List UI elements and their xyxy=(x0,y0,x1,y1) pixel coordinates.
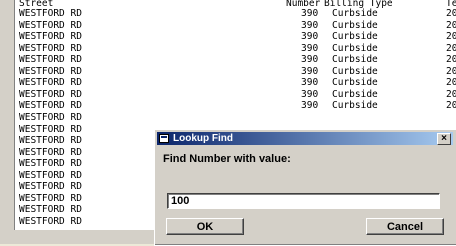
cell-truncated: 20 xyxy=(446,31,456,43)
ok-button[interactable]: OK xyxy=(166,218,244,235)
cell-number: 390 xyxy=(301,54,319,66)
cell-number: 390 xyxy=(301,42,319,54)
cell-street: WESTFORD RD xyxy=(19,146,82,158)
table-row[interactable]: WESTFORD RD 390 Curbside 20 xyxy=(15,43,456,54)
cell-truncated: 20 xyxy=(446,77,456,89)
table-row[interactable]: WESTFORD RD 390 Curbside 20 xyxy=(15,54,456,65)
cell-truncated: 20 xyxy=(446,42,456,54)
cell-number: 390 xyxy=(301,65,319,77)
cell-billing-type: Curbside xyxy=(332,42,378,54)
table-row[interactable]: WESTFORD RD 390 Curbside 20 xyxy=(15,20,456,31)
cell-number: 390 xyxy=(301,100,319,112)
cell-billing-type: Curbside xyxy=(332,65,378,77)
cell-street: WESTFORD RD xyxy=(19,192,82,204)
cell-number: 390 xyxy=(301,8,319,19)
cell-street: WESTFORD RD xyxy=(19,135,82,147)
cell-street: WESTFORD RD xyxy=(19,215,82,227)
cell-number: 390 xyxy=(301,77,319,89)
cell-truncated: 20 xyxy=(446,19,456,31)
table-row[interactable]: WESTFORD RD 390 Curbside 20 xyxy=(15,89,456,100)
cell-street: WESTFORD RD xyxy=(19,54,82,66)
table-row[interactable]: WESTFORD RD xyxy=(15,112,456,123)
cell-street: WESTFORD RD xyxy=(19,42,82,54)
lookup-find-dialog: Lookup Find × Find Number with value: OK… xyxy=(154,129,456,246)
cell-street: WESTFORD RD xyxy=(19,158,82,170)
cell-number: 390 xyxy=(301,88,319,100)
find-value-input[interactable] xyxy=(167,193,440,209)
cell-street: WESTFORD RD xyxy=(19,100,82,112)
cell-truncated: 20 xyxy=(446,88,456,100)
find-prompt-label: Find Number with value: xyxy=(163,153,291,165)
cell-street: WESTFORD RD xyxy=(19,169,82,181)
cell-billing-type: Curbside xyxy=(332,100,378,112)
dialog-titlebar[interactable]: Lookup Find × xyxy=(157,132,453,145)
dialog-title: Lookup Find xyxy=(173,133,233,144)
table-row[interactable]: WESTFORD RD 390 Curbside 20 xyxy=(15,8,456,19)
cell-number: 390 xyxy=(301,31,319,43)
cell-billing-type: Curbside xyxy=(332,19,378,31)
cell-street: WESTFORD RD xyxy=(19,31,82,43)
cancel-button[interactable]: Cancel xyxy=(366,218,444,235)
cell-billing-type: Curbside xyxy=(332,88,378,100)
table-row[interactable]: WESTFORD RD 390 Curbside 20 xyxy=(15,31,456,42)
cell-street: WESTFORD RD xyxy=(19,77,82,89)
close-button[interactable]: × xyxy=(437,133,451,145)
window-icon xyxy=(159,134,169,143)
cell-street: WESTFORD RD xyxy=(19,8,82,19)
cell-truncated: 20 xyxy=(446,100,456,112)
cell-street: WESTFORD RD xyxy=(19,65,82,77)
cell-billing-type: Curbside xyxy=(332,54,378,66)
table-row[interactable]: WESTFORD RD 390 Curbside 20 xyxy=(15,77,456,88)
cell-billing-type: Curbside xyxy=(332,31,378,43)
cell-truncated: 20 xyxy=(446,54,456,66)
cell-billing-type: Curbside xyxy=(332,8,378,19)
cell-truncated: 20 xyxy=(446,65,456,77)
cell-street: WESTFORD RD xyxy=(19,204,82,216)
cell-number: 390 xyxy=(301,19,319,31)
cell-street: WESTFORD RD xyxy=(19,123,82,135)
cell-street: WESTFORD RD xyxy=(19,19,82,31)
cell-street: WESTFORD RD xyxy=(19,111,82,123)
table-row[interactable]: WESTFORD RD 390 Curbside 20 xyxy=(15,66,456,77)
cell-truncated: 20 xyxy=(446,8,456,19)
cell-street: WESTFORD RD xyxy=(19,88,82,100)
cell-street: WESTFORD RD xyxy=(19,181,82,193)
table-row[interactable]: WESTFORD RD 390 Curbside 20 xyxy=(15,100,456,111)
cell-billing-type: Curbside xyxy=(332,77,378,89)
